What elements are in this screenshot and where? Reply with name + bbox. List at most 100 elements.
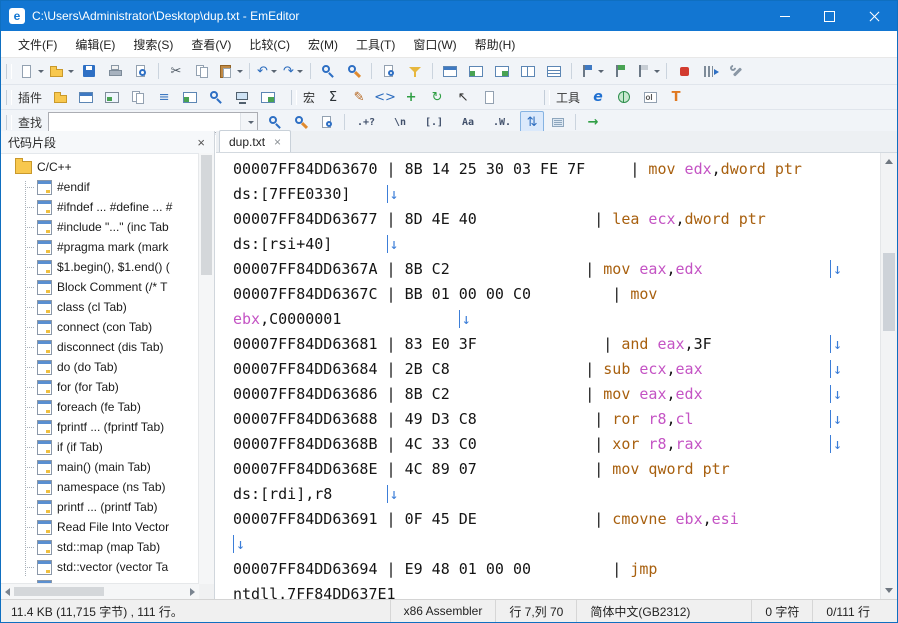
snippets-vertical-scrollbar[interactable] — [198, 153, 214, 584]
editor-text-area[interactable]: 00007FF84DD63670 | 8B 14 25 30 03 FE 7F … — [216, 153, 880, 599]
snippets-plugin-button[interactable] — [230, 86, 254, 109]
snippet-item-17[interactable]: printf ... (printf Tab) — [1, 497, 199, 517]
snippet-item-5[interactable]: $1.begin(), $1.end() ( — [1, 257, 199, 277]
tab-close-icon[interactable]: × — [274, 135, 281, 149]
outline-tool-button[interactable] — [638, 86, 662, 109]
snippet-item-7[interactable]: class (cl Tab) — [1, 297, 199, 317]
html-bar-plugin-button[interactable] — [74, 86, 98, 109]
clear-bookmarks-button[interactable] — [633, 60, 661, 83]
snippet-item-18[interactable]: Read File Into Vector — [1, 517, 199, 537]
snippet-item-14[interactable]: if (if Tab) — [1, 437, 199, 457]
snippet-item-9[interactable]: disconnect (dis Tab) — [1, 337, 199, 357]
snippets-horizontal-scrollbar[interactable] — [1, 583, 199, 599]
menu-item-6[interactable]: 宏(M) — [299, 31, 347, 58]
play-macro-button[interactable] — [698, 60, 722, 83]
toolbar-grip[interactable] — [6, 114, 12, 130]
outline-plugin-button[interactable]: ≡ — [152, 86, 176, 109]
snippet-item-6[interactable]: Block Comment (/* T — [1, 277, 199, 297]
minimize-button[interactable] — [762, 1, 807, 31]
cut-button[interactable]: ✂ — [164, 60, 188, 83]
split-window-button[interactable] — [516, 60, 540, 83]
search-plugin-button[interactable] — [204, 86, 228, 109]
snippet-item-15[interactable]: main() (main Tab) — [1, 457, 199, 477]
find-input[interactable] — [49, 114, 241, 130]
resize-grip[interactable] — [883, 600, 897, 622]
tab-dup.txt[interactable]: dup.txt × — [219, 130, 292, 152]
macro-edit-button[interactable]: ✎ — [347, 86, 371, 109]
image-preview-plugin-button[interactable] — [100, 86, 124, 109]
browser-tool-button[interactable]: e — [586, 86, 610, 109]
menu-item-4[interactable]: 查看(V) — [182, 31, 240, 58]
snippet-item-3[interactable]: #include "..." (inc Tab — [1, 217, 199, 237]
toolbar-grip[interactable] — [6, 89, 12, 105]
html-bar-button[interactable] — [438, 60, 462, 83]
macro-add-button[interactable]: + — [399, 86, 423, 109]
scroll-left-icon[interactable] — [5, 587, 10, 596]
snippet-item-12[interactable]: foreach (fe Tab) — [1, 397, 199, 417]
find-button[interactable] — [316, 60, 340, 83]
scroll-down-icon[interactable] — [881, 582, 897, 599]
menu-item-7[interactable]: 工具(T) — [347, 31, 404, 58]
close-button[interactable] — [852, 1, 897, 31]
menu-item-1[interactable]: 文件(F) — [9, 31, 66, 58]
snippet-item-1[interactable]: #endif — [1, 177, 199, 197]
word-count-plugin-button[interactable] — [256, 86, 280, 109]
toolbar-grip[interactable] — [291, 89, 298, 105]
menu-item-2[interactable]: 编辑(E) — [66, 31, 124, 58]
open-file-button[interactable] — [47, 60, 75, 83]
macro-select-button[interactable]: ↖ — [451, 86, 475, 109]
next-bookmark-button[interactable] — [607, 60, 631, 83]
snippet-item-13[interactable]: fprintf ... (fprintf Tab) — [1, 417, 199, 437]
macro-document-button[interactable] — [477, 86, 501, 109]
save-button[interactable] — [77, 60, 101, 83]
record-macro-button[interactable] — [672, 60, 696, 83]
scrollbar-thumb[interactable] — [201, 155, 212, 275]
snippets-root-folder[interactable]: C/C++ — [1, 157, 199, 177]
web-preview-button[interactable] — [464, 60, 488, 83]
projects-plugin-button[interactable] — [178, 86, 202, 109]
open-documents-plugin-button[interactable] — [126, 86, 150, 109]
toolbar-grip[interactable] — [544, 89, 551, 105]
snippet-item-11[interactable]: for (for Tab) — [1, 377, 199, 397]
bookmark-button[interactable] — [577, 60, 605, 83]
copy-button[interactable] — [190, 60, 214, 83]
scrollbar-thumb[interactable] — [14, 587, 104, 596]
menu-item-3[interactable]: 搜索(S) — [124, 31, 182, 58]
customize-toolbar-button[interactable] — [724, 60, 748, 83]
snippets-panel-close-button[interactable]: × — [195, 135, 207, 150]
print-preview-button[interactable] — [129, 60, 153, 83]
scrollbar-thumb[interactable] — [883, 253, 895, 331]
macro-sum-button[interactable]: Σ — [321, 86, 345, 109]
menu-item-8[interactable]: 窗口(W) — [404, 31, 465, 58]
snippet-item-20[interactable]: std::vector (vector Ta — [1, 557, 199, 577]
find-in-files-button[interactable] — [377, 60, 401, 83]
snippet-item-19[interactable]: std::map (map Tab) — [1, 537, 199, 557]
compare-documents-button[interactable] — [542, 60, 566, 83]
snippet-item-8[interactable]: connect (con Tab) — [1, 317, 199, 337]
scroll-up-icon[interactable] — [881, 153, 897, 170]
redo-button[interactable]: ↷ — [281, 60, 305, 83]
print-button[interactable] — [103, 60, 127, 83]
status-syntax[interactable]: x86 Assembler — [389, 600, 496, 622]
status-cursor-position[interactable]: 行 7,列 70 — [495, 600, 576, 622]
status-encoding[interactable]: 简体中文(GB2312) — [576, 600, 703, 622]
live-preview-button[interactable] — [490, 60, 514, 83]
macro-run-button[interactable]: ↻ — [425, 86, 449, 109]
toolbar-grip[interactable] — [6, 63, 12, 79]
web-tool-button[interactable] — [612, 86, 636, 109]
external-tool-button[interactable]: T — [664, 86, 688, 109]
explorer-plugin-button[interactable] — [48, 86, 72, 109]
snippet-item-10[interactable]: do (do Tab) — [1, 357, 199, 377]
maximize-button[interactable] — [807, 1, 852, 31]
filter-button[interactable] — [403, 60, 427, 83]
combo-dropdown-button[interactable] — [240, 112, 258, 132]
menu-item-9[interactable]: 帮助(H) — [466, 31, 525, 58]
snippet-item-4[interactable]: #pragma mark (mark — [1, 237, 199, 257]
scroll-right-icon[interactable] — [190, 587, 195, 596]
snippet-item-2[interactable]: #ifndef ... #define ... # — [1, 197, 199, 217]
macro-code-button[interactable]: <> — [373, 86, 397, 109]
replace-button[interactable] — [342, 60, 366, 83]
status-line-position[interactable]: 0/111 行 — [812, 600, 883, 622]
status-char-count[interactable]: 0 字符 — [751, 600, 812, 622]
paste-button[interactable] — [216, 60, 244, 83]
